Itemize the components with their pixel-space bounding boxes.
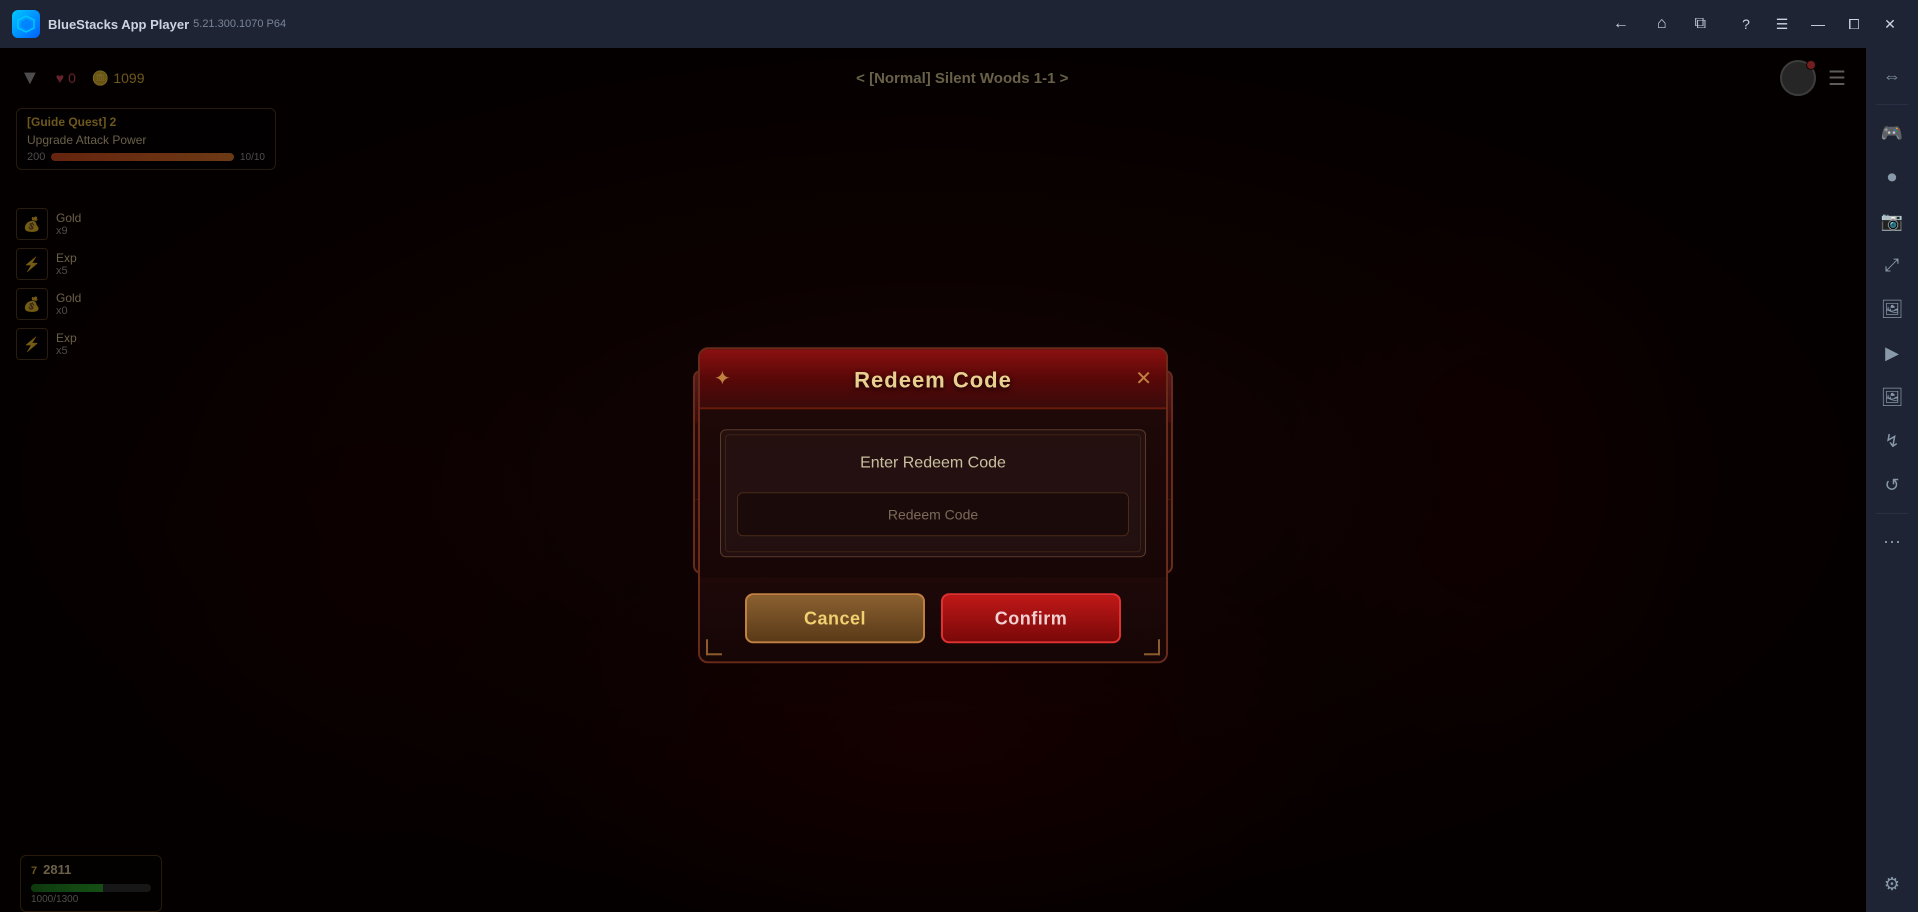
sidebar-record-button[interactable]: ⏺ (1872, 157, 1912, 197)
nav-home-button[interactable]: ⌂ (1653, 11, 1671, 37)
sidebar-media-button[interactable]: 🖼 (1872, 377, 1912, 417)
sidebar-divider-1 (1876, 104, 1908, 105)
sidebar-divider-2 (1876, 513, 1908, 514)
restore-button[interactable]: ⧠ (1838, 12, 1870, 36)
redeem-close-button[interactable]: ✕ (1135, 366, 1152, 391)
redeem-title: Redeem Code (854, 367, 1012, 393)
minimize-button[interactable]: — (1802, 12, 1834, 36)
sidebar-resize-button[interactable]: ⤢ (1872, 245, 1912, 285)
menu-button[interactable]: ☰ (1766, 12, 1798, 36)
game-area: ▼ ♥ 0 🪙 1099 < [Normal] Silent Woods 1-1… (0, 48, 1866, 912)
help-button[interactable]: ? (1730, 12, 1762, 36)
nav-back-button[interactable]: ← (1609, 11, 1633, 37)
redeem-dialog: ✦ Redeem Code ✕ Enter Redeem Code Cancel… (698, 347, 1168, 663)
sidebar-rotate-button[interactable]: ↺ (1872, 465, 1912, 505)
redeem-input-area: Enter Redeem Code (720, 429, 1146, 557)
confirm-button[interactable]: Confirm (941, 593, 1121, 643)
sidebar-expand-button[interactable]: ⇔ (1872, 56, 1912, 96)
sidebar-bottom: ⚙ (1872, 864, 1912, 904)
app-version: 5.21.300.1070 P64 (193, 18, 286, 30)
sidebar-gamepad-button[interactable]: 🎮 (1872, 113, 1912, 153)
close-button[interactable]: ✕ (1874, 12, 1906, 36)
cancel-button[interactable]: Cancel (745, 593, 925, 643)
sidebar-shake-button[interactable]: ↯ (1872, 421, 1912, 461)
redeem-actions: Cancel Confirm (700, 577, 1166, 661)
titlebar-nav: ← ⌂ ⧉ (1609, 11, 1710, 37)
redeem-body: Enter Redeem Code (700, 409, 1166, 577)
sidebar-capture-button[interactable]: 🖼 (1872, 289, 1912, 329)
redeem-code-input[interactable] (737, 492, 1129, 536)
sidebar-settings-button[interactable]: ⚙ (1872, 864, 1912, 904)
bluestacks-logo (12, 10, 40, 38)
sidebar-camera-button[interactable]: 📷 (1872, 201, 1912, 241)
corner-decoration-br (1144, 639, 1160, 655)
sidebar-macro-button[interactable]: ▶ (1872, 333, 1912, 373)
sidebar-more-button[interactable]: ⋯ (1872, 522, 1912, 562)
titlebar: BlueStacks App Player 5.21.300.1070 P64 … (0, 0, 1918, 48)
bluestacks-sidebar: ⇔ 🎮 ⏺ 📷 ⤢ 🖼 ▶ 🖼 ↯ ↺ ⋯ ⚙ (1866, 48, 1918, 912)
redeem-header: ✦ Redeem Code ✕ (700, 349, 1166, 409)
window-controls: ? ☰ — ⧠ ✕ (1730, 12, 1906, 36)
nav-copy-button[interactable]: ⧉ (1691, 11, 1710, 37)
corner-decoration-bl (706, 639, 722, 655)
app-name: BlueStacks App Player (48, 17, 189, 32)
deco-left-icon: ✦ (714, 366, 731, 391)
redeem-placeholder-text: Enter Redeem Code (737, 454, 1129, 472)
